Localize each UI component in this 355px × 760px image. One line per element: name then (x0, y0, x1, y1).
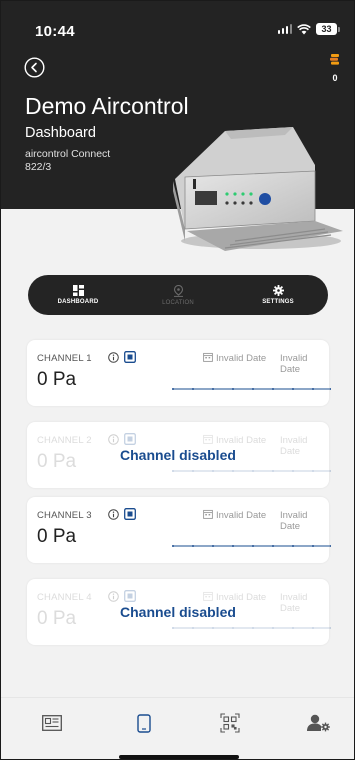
device-name: aircontrol Connect (25, 148, 111, 160)
date-to: Invalid Date (280, 592, 308, 614)
coins-widget[interactable]: 0 (328, 54, 342, 83)
channel-card[interactable]: CHANNEL 1 0 Pa Invalid Date Invalid Date (27, 340, 331, 406)
status-time: 10:44 (35, 23, 75, 40)
date-to: Invalid Date (280, 510, 308, 532)
channel-value: 0 Pa (37, 608, 77, 629)
gear-icon (272, 285, 284, 296)
signal-icon (277, 24, 292, 34)
status-icons: 33 (277, 23, 340, 35)
calendar-icon (203, 509, 213, 519)
page-title: Demo Aircontrol (25, 93, 189, 119)
dashboard-icon (72, 285, 84, 296)
info-icon[interactable] (108, 591, 119, 602)
channel-label: CHANNEL 4 (37, 592, 92, 603)
channel-card[interactable]: CHANNEL 4 0 Pa Invalid Date Invalid Date… (27, 579, 331, 645)
section-nav: DASHBOARD LOCATION SETTINGS (28, 275, 328, 315)
bottom-tab-device[interactable] (131, 712, 157, 734)
news-icon (42, 715, 62, 731)
user-settings-icon (307, 714, 330, 732)
device-code: 822/3 (25, 161, 52, 173)
channel-disabled-text: Channel disabled (120, 604, 236, 620)
info-icon[interactable] (108, 434, 119, 445)
channel-sparkline (172, 470, 331, 472)
calendar-icon (203, 352, 213, 362)
app-frame: 10:44 33 0 Demo Aircontrol Dashboard air… (0, 0, 355, 760)
battery-icon: 33 (316, 23, 340, 35)
coins-icon (330, 54, 339, 65)
channel-card[interactable]: CHANNEL 3 0 Pa Invalid Date Invalid Date (27, 497, 331, 563)
tab-location[interactable]: LOCATION (128, 275, 228, 315)
bottom-tab-bar (1, 697, 354, 759)
date-from: Invalid Date (216, 435, 267, 446)
sensor-chip-icon[interactable] (124, 351, 136, 363)
sensor-chip-icon[interactable] (124, 508, 136, 520)
battery-level: 33 (316, 23, 337, 35)
channel-sparkline (172, 627, 331, 629)
bottom-tab-news[interactable] (39, 712, 65, 734)
channel-label: CHANNEL 1 (37, 353, 92, 364)
device-image (173, 127, 343, 251)
phone-device-icon (137, 713, 151, 733)
page-subtitle: Dashboard (25, 125, 96, 141)
sensor-chip-icon[interactable] (124, 433, 136, 445)
channel-label: CHANNEL 3 (37, 510, 92, 521)
tab-dashboard[interactable]: DASHBOARD (28, 275, 128, 315)
channel-value: 0 Pa (37, 451, 77, 472)
date-from: Invalid Date (216, 353, 267, 364)
back-icon[interactable] (24, 57, 45, 78)
info-icon[interactable] (108, 352, 119, 363)
channel-value: 0 Pa (37, 369, 77, 390)
wifi-icon (297, 23, 311, 34)
channel-sparkline (172, 545, 331, 547)
home-indicator (119, 755, 239, 759)
channel-disabled-text: Channel disabled (120, 447, 236, 463)
info-icon[interactable] (108, 509, 119, 520)
date-from: Invalid Date (216, 592, 267, 603)
calendar-icon (203, 591, 213, 601)
tab-location-label: LOCATION (162, 299, 194, 306)
date-to: Invalid Date (280, 353, 308, 375)
tab-settings-label: SETTINGS (262, 299, 294, 305)
date-to: Invalid Date (280, 435, 308, 457)
channel-card[interactable]: CHANNEL 2 0 Pa Invalid Date Invalid Date… (27, 422, 331, 488)
qr-code-icon (220, 713, 240, 733)
channel-value: 0 Pa (37, 526, 77, 547)
channel-label: CHANNEL 2 (37, 435, 92, 446)
location-pin-icon (173, 284, 183, 297)
calendar-icon (203, 434, 213, 444)
tab-settings[interactable]: SETTINGS (228, 275, 328, 315)
tab-dashboard-label: DASHBOARD (57, 299, 99, 305)
coins-count: 0 (332, 73, 338, 83)
bottom-tab-scan[interactable] (217, 712, 243, 734)
sensor-chip-icon[interactable] (124, 590, 136, 602)
date-from: Invalid Date (216, 510, 267, 521)
channel-sparkline (172, 388, 331, 390)
bottom-tab-account[interactable] (305, 712, 333, 734)
